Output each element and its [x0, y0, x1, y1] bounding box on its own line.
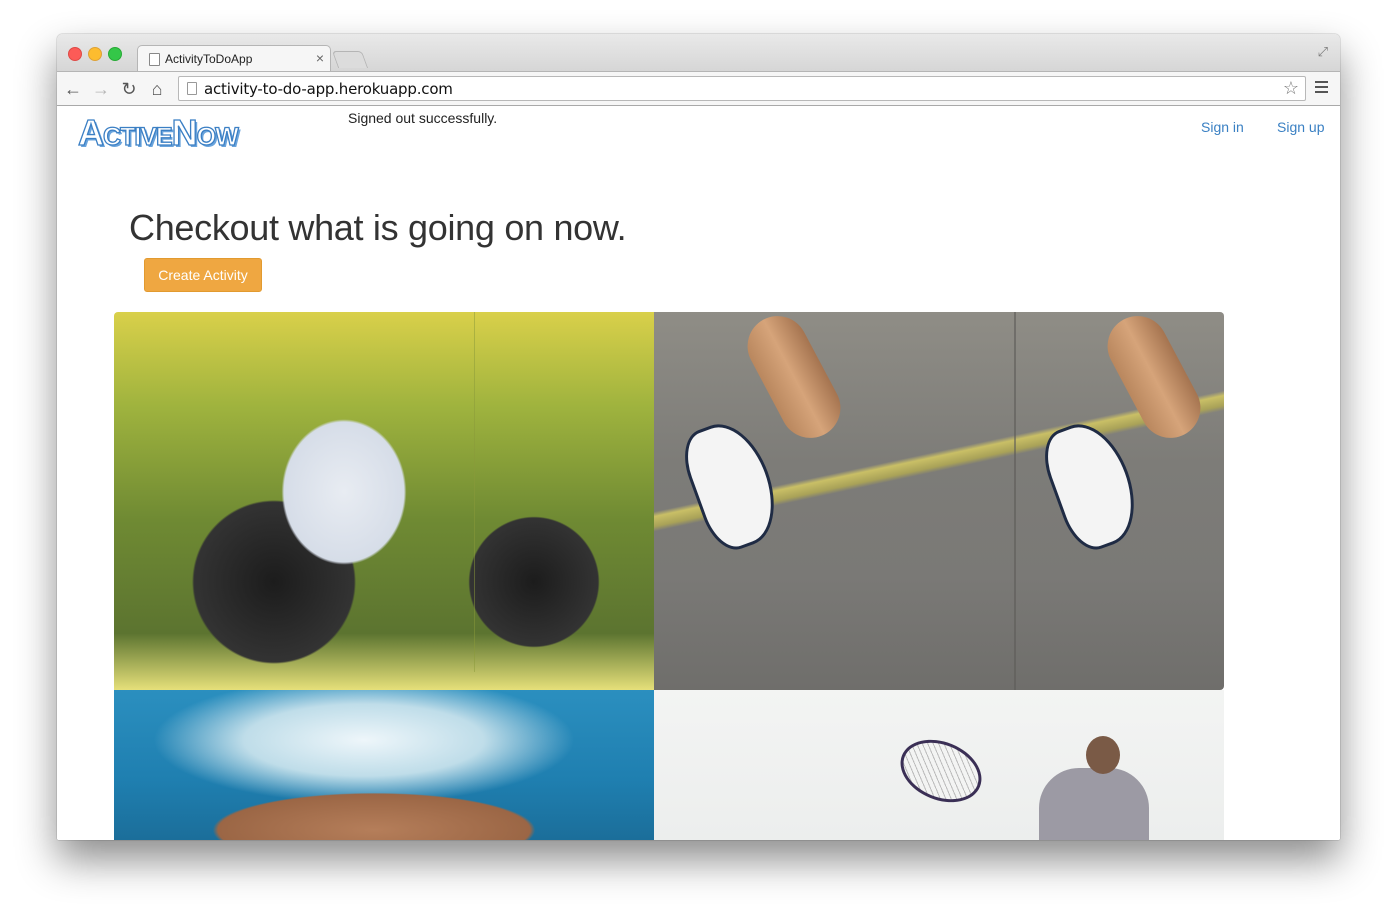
minimize-window-button[interactable]: [88, 47, 102, 61]
activity-image-racquetball[interactable]: [654, 690, 1224, 840]
menu-icon[interactable]: [1315, 81, 1328, 96]
running-shoe: [674, 412, 790, 558]
player-head: [1086, 736, 1120, 774]
runner-leg: [1096, 312, 1212, 449]
page-content: ActiveNow Signed out successfully. Sign …: [57, 106, 1340, 840]
sign-in-link[interactable]: Sign in: [1201, 119, 1244, 135]
tab-close-icon[interactable]: ×: [316, 50, 324, 66]
logo[interactable]: ActiveNow: [77, 112, 239, 153]
fullscreen-icon[interactable]: ⤢: [1318, 44, 1328, 60]
activity-image-swimming[interactable]: [114, 690, 654, 840]
running-shoe: [1034, 412, 1150, 558]
flash-message: Signed out successfully.: [348, 110, 498, 126]
reload-icon[interactable]: ↻: [118, 78, 140, 100]
page-title: Checkout what is going on now.: [129, 207, 627, 248]
image-seam: [474, 312, 475, 672]
home-icon[interactable]: ⌂: [146, 78, 168, 100]
new-tab-button[interactable]: [331, 51, 369, 68]
browser-tab[interactable]: ActivityToDoApp ×: [137, 45, 331, 72]
forward-icon[interactable]: →: [90, 78, 112, 100]
create-activity-button[interactable]: Create Activity: [144, 258, 262, 292]
page-icon: [187, 82, 197, 95]
page-icon: [149, 53, 160, 66]
address-bar[interactable]: activity-to-do-app.herokuapp.com ☆: [178, 76, 1306, 101]
player: [1039, 768, 1149, 840]
close-window-button[interactable]: [68, 47, 82, 61]
activity-image-running[interactable]: [654, 312, 1224, 690]
racquet: [891, 728, 991, 814]
tab-title: ActivityToDoApp: [165, 52, 253, 66]
url-text[interactable]: activity-to-do-app.herokuapp.com: [204, 80, 453, 98]
image-seam: [1014, 312, 1016, 690]
browser-toolbar: ← → ↻ ⌂ activity-to-do-app.herokuapp.com…: [57, 71, 1340, 106]
activity-image-cycling[interactable]: [114, 312, 654, 690]
browser-window: ActivityToDoApp × ⤢ ← → ↻ ⌂ activity-to-…: [57, 34, 1340, 840]
runner-leg: [736, 312, 852, 449]
zoom-window-button[interactable]: [108, 47, 122, 61]
back-icon[interactable]: ←: [62, 78, 84, 100]
sign-up-link[interactable]: Sign up: [1277, 119, 1324, 135]
star-icon[interactable]: ☆: [1283, 78, 1299, 99]
title-bar: ActivityToDoApp × ⤢: [57, 34, 1340, 72]
